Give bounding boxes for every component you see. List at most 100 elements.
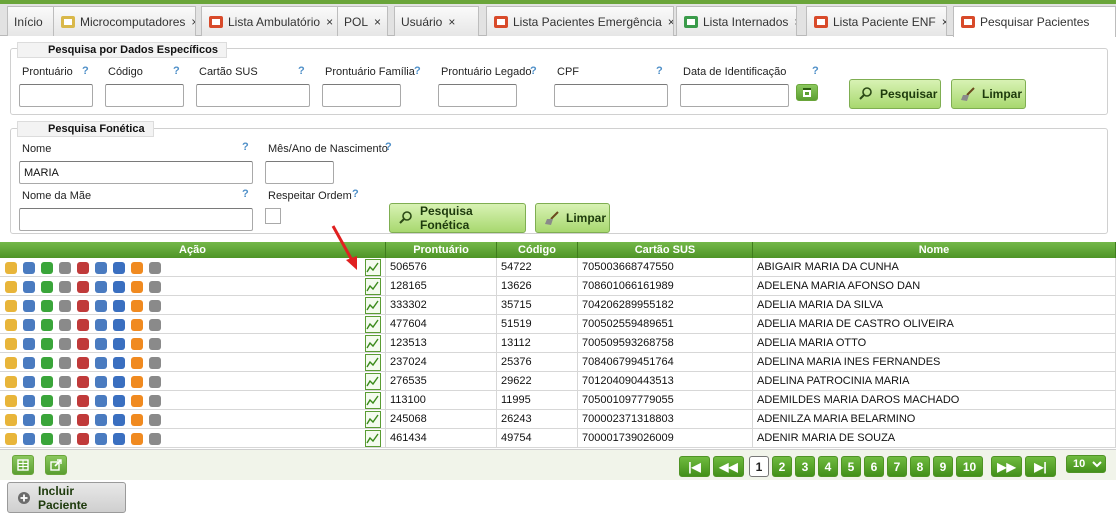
book-icon[interactable] xyxy=(111,374,127,390)
column-header-nome[interactable]: Nome xyxy=(753,242,1116,258)
add-document-icon[interactable] xyxy=(75,393,91,409)
user-exit-icon[interactable] xyxy=(147,355,163,371)
nome-mae-input[interactable] xyxy=(19,208,253,231)
data-identificacao-help-icon[interactable]: ? xyxy=(812,65,819,77)
tab-5[interactable]: Lista Pacientes Emergência × xyxy=(486,6,674,36)
patient-chart-icon[interactable] xyxy=(365,373,381,390)
prontuario-help-icon[interactable]: ? xyxy=(82,65,89,77)
prontuario-legado-help-icon[interactable]: ? xyxy=(530,65,537,77)
table-row[interactable]: 128165 13626 708601066161989 ADELENA MARIA … xyxy=(0,277,1116,296)
users-icon[interactable] xyxy=(93,431,109,447)
limpar-fonetica-button[interactable]: Limpar xyxy=(535,203,610,233)
edit-pencil-icon[interactable] xyxy=(3,393,19,409)
rows-per-page-select[interactable]: 10 xyxy=(1066,455,1106,473)
transfer-icon[interactable] xyxy=(21,279,37,295)
users-icon[interactable] xyxy=(93,260,109,276)
add-document-icon[interactable] xyxy=(75,431,91,447)
column-header-acao[interactable]: Ação xyxy=(0,242,386,258)
user-exit-icon[interactable] xyxy=(147,317,163,333)
last-page-button[interactable]: ▶| xyxy=(1025,456,1056,477)
patient-chart-icon[interactable] xyxy=(365,259,381,276)
next-page-button[interactable]: ▶▶ xyxy=(991,456,1022,477)
column-header-cartao-sus[interactable]: Cartão SUS xyxy=(578,242,753,258)
arrow-right-icon[interactable] xyxy=(39,317,55,333)
add-document-icon[interactable] xyxy=(75,260,91,276)
chat-icon[interactable] xyxy=(129,317,145,333)
respeitar-ordem-checkbox[interactable] xyxy=(265,208,281,224)
page-button-3[interactable]: 3 xyxy=(795,456,815,477)
add-document-icon[interactable] xyxy=(75,374,91,390)
arrow-right-icon[interactable] xyxy=(39,260,55,276)
user-exit-icon[interactable] xyxy=(147,260,163,276)
chat-icon[interactable] xyxy=(129,374,145,390)
users-icon[interactable] xyxy=(93,298,109,314)
prontuario-input[interactable] xyxy=(19,84,93,107)
patient-chart-icon[interactable] xyxy=(365,297,381,314)
page-button-10[interactable]: 10 xyxy=(956,456,983,477)
user-exit-icon[interactable] xyxy=(147,336,163,352)
arrow-right-icon[interactable] xyxy=(39,393,55,409)
user-exit-icon[interactable] xyxy=(147,298,163,314)
ambulance-icon[interactable] xyxy=(57,260,73,276)
patient-chart-icon[interactable] xyxy=(365,278,381,295)
transfer-icon[interactable] xyxy=(21,298,37,314)
page-button-9[interactable]: 9 xyxy=(933,456,953,477)
tab-8[interactable]: Pesquisar Pacientes xyxy=(953,6,1116,37)
book-icon[interactable] xyxy=(111,336,127,352)
close-icon[interactable]: × xyxy=(448,15,455,29)
book-icon[interactable] xyxy=(111,260,127,276)
ambulance-icon[interactable] xyxy=(57,355,73,371)
ambulance-icon[interactable] xyxy=(57,317,73,333)
patient-chart-icon[interactable] xyxy=(365,411,381,428)
ambulance-icon[interactable] xyxy=(57,393,73,409)
transfer-icon[interactable] xyxy=(21,393,37,409)
ambulance-icon[interactable] xyxy=(57,279,73,295)
chat-icon[interactable] xyxy=(129,393,145,409)
column-header-prontuario[interactable]: Prontuário xyxy=(386,242,497,258)
book-icon[interactable] xyxy=(111,298,127,314)
users-icon[interactable] xyxy=(93,336,109,352)
add-document-icon[interactable] xyxy=(75,412,91,428)
patient-chart-icon[interactable] xyxy=(365,335,381,352)
transfer-icon[interactable] xyxy=(21,355,37,371)
data-identificacao-input[interactable] xyxy=(680,84,789,107)
add-document-icon[interactable] xyxy=(75,298,91,314)
arrow-right-icon[interactable] xyxy=(39,355,55,371)
edit-pencil-icon[interactable] xyxy=(3,298,19,314)
transfer-icon[interactable] xyxy=(21,317,37,333)
book-icon[interactable] xyxy=(111,431,127,447)
grid-settings-button[interactable] xyxy=(12,455,34,475)
ambulance-icon[interactable] xyxy=(57,336,73,352)
page-button-1[interactable]: 1 xyxy=(749,456,769,477)
arrow-right-icon[interactable] xyxy=(39,374,55,390)
page-button-4[interactable]: 4 xyxy=(818,456,838,477)
add-document-icon[interactable] xyxy=(75,355,91,371)
edit-pencil-icon[interactable] xyxy=(3,336,19,352)
book-icon[interactable] xyxy=(111,393,127,409)
user-exit-icon[interactable] xyxy=(147,374,163,390)
tab-3[interactable]: POL × xyxy=(337,6,388,36)
add-document-icon[interactable] xyxy=(75,279,91,295)
ambulance-icon[interactable] xyxy=(57,431,73,447)
patient-chart-icon[interactable] xyxy=(365,430,381,447)
table-row[interactable]: 477604 51519 700502559489651 ADELIA MARIA D… xyxy=(0,315,1116,334)
calendar-button[interactable] xyxy=(796,84,818,101)
table-row[interactable]: 245068 26243 700002371318803 ADENILZA MARIA… xyxy=(0,410,1116,429)
table-row[interactable]: 123513 13112 700509593268758 ADELIA MARIA O… xyxy=(0,334,1116,353)
edit-pencil-icon[interactable] xyxy=(3,374,19,390)
incluir-paciente-button[interactable]: Incluir Paciente xyxy=(7,482,126,513)
chat-icon[interactable] xyxy=(129,260,145,276)
close-icon[interactable]: × xyxy=(191,15,195,29)
prev-page-button[interactable]: ◀◀ xyxy=(713,456,744,477)
cartao-sus-help-icon[interactable]: ? xyxy=(298,65,305,77)
cpf-input[interactable] xyxy=(554,84,668,107)
users-icon[interactable] xyxy=(93,393,109,409)
book-icon[interactable] xyxy=(111,412,127,428)
table-row[interactable]: 276535 29622 701204090443513 ADELINA PATROC… xyxy=(0,372,1116,391)
ambulance-icon[interactable] xyxy=(57,298,73,314)
page-button-6[interactable]: 6 xyxy=(864,456,884,477)
cpf-help-icon[interactable]: ? xyxy=(656,65,663,77)
book-icon[interactable] xyxy=(111,355,127,371)
respeitar-ordem-help-icon[interactable]: ? xyxy=(352,188,359,200)
close-icon[interactable]: × xyxy=(668,15,673,29)
